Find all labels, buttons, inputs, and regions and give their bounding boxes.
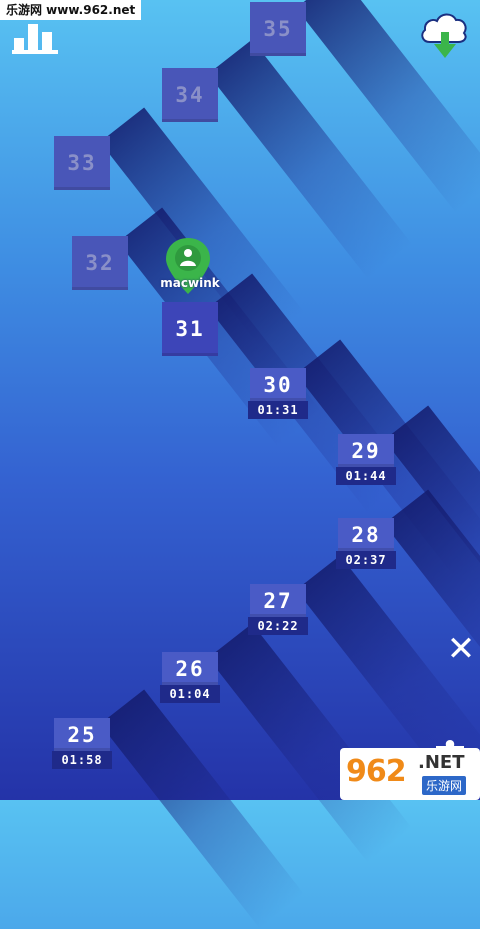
level-time: 02:22 — [248, 617, 308, 635]
level-tile-29[interactable]: 29 — [338, 434, 394, 467]
level-number: 26 — [175, 656, 205, 681]
level-time: 01:04 — [160, 685, 220, 703]
level-number: 34 — [175, 83, 205, 107]
watermark-logo: 962 .NET 乐游网 — [340, 748, 480, 800]
level-tile-33[interactable]: 33 — [54, 136, 110, 190]
level-time: 01:58 — [52, 751, 112, 769]
level-tile-25[interactable]: 25 — [54, 718, 110, 751]
watermark-banner: 乐游网 www.962.net — [0, 0, 142, 20]
level-tile-26[interactable]: 26 — [162, 652, 218, 685]
level-tile-32[interactable]: 32 — [72, 236, 128, 290]
level-time: 02:37 — [336, 551, 396, 569]
location-pin-icon — [164, 236, 212, 300]
level-tile-28[interactable]: 28 — [338, 518, 394, 551]
level-number: 29 — [351, 438, 381, 463]
level-tile-31[interactable]: 31 — [162, 302, 218, 356]
level-tile-35[interactable]: 35 — [250, 2, 306, 56]
level-time: 01:44 — [336, 467, 396, 485]
level-tile-27[interactable]: 27 — [250, 584, 306, 617]
level-number: 35 — [263, 17, 293, 41]
logo-subtitle: 乐游网 — [422, 776, 467, 795]
level-number: 30 — [263, 372, 293, 397]
level-number: 31 — [175, 317, 205, 341]
level-number: 27 — [263, 588, 293, 613]
level-number: 33 — [67, 151, 97, 175]
logo-suffix: .NET — [418, 752, 465, 773]
close-icon[interactable]: ✕ — [444, 632, 478, 666]
level-tile-30[interactable]: 30 — [250, 368, 306, 401]
level-tile-34[interactable]: 34 — [162, 68, 218, 122]
level-time: 01:31 — [248, 401, 308, 419]
level-number: 32 — [85, 251, 115, 275]
cloud-download-icon[interactable] — [418, 8, 470, 64]
level-number: 25 — [67, 722, 97, 747]
level-number: 28 — [351, 522, 381, 547]
player-name: macwink — [160, 276, 220, 290]
bar-chart-icon[interactable] — [12, 20, 58, 58]
logo-number: 962 — [346, 754, 407, 789]
